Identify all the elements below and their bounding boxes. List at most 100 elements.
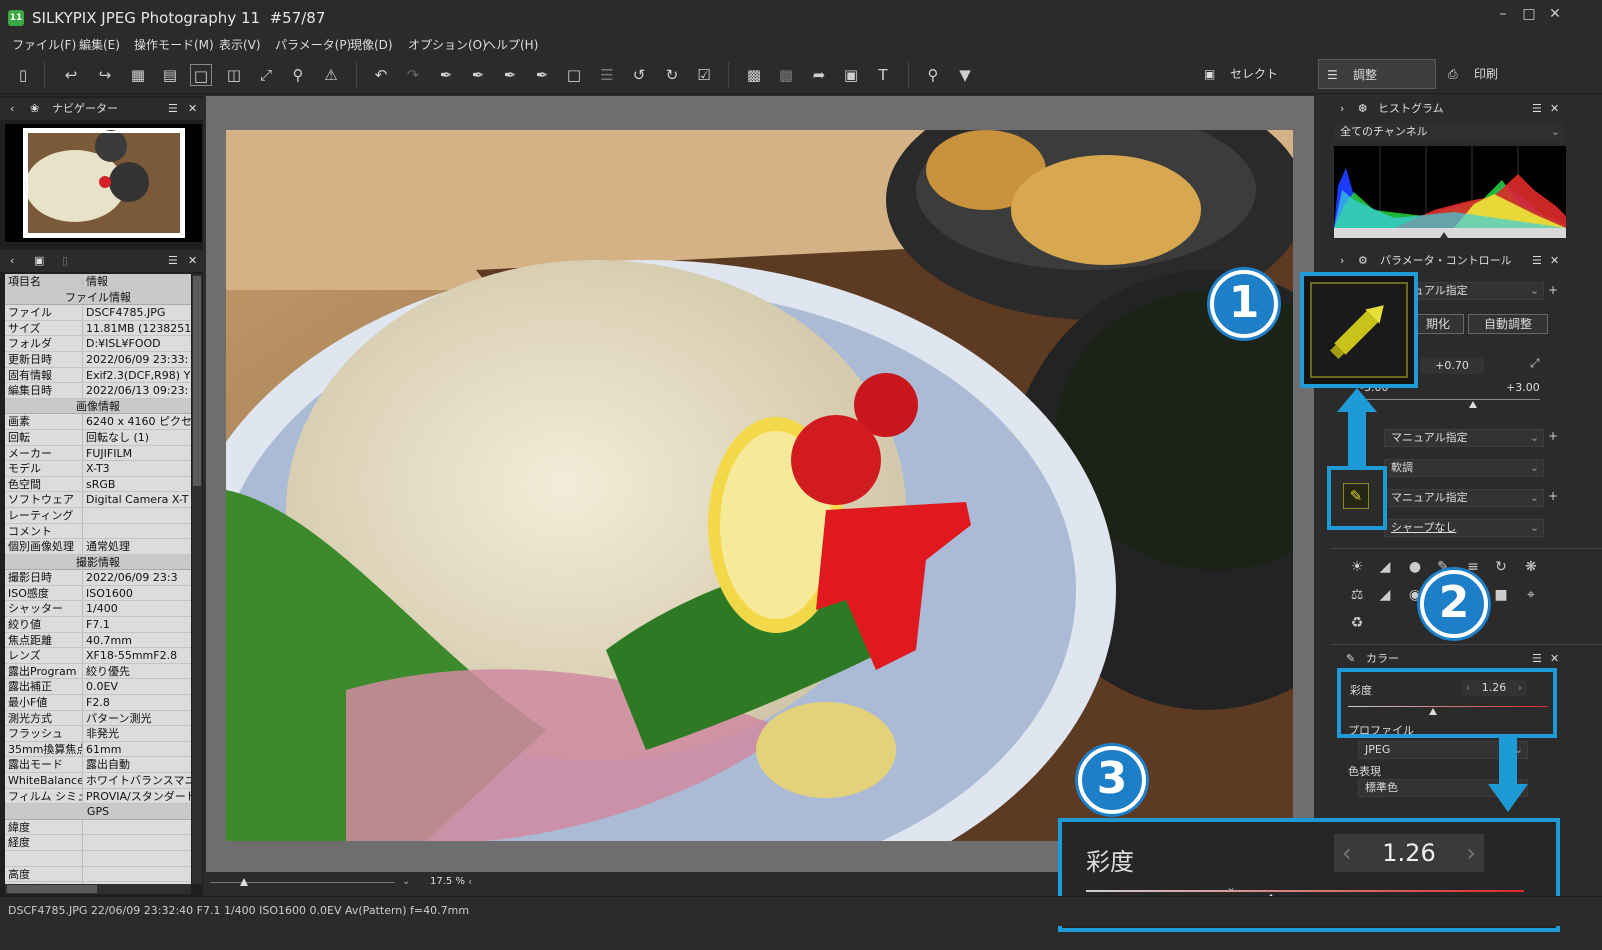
menu-file[interactable]: ファイル(F) (12, 36, 76, 53)
white-balance-select[interactable]: マニュアル指定 ⌄ (1384, 429, 1544, 447)
info-tab-icon[interactable]: ▣ (34, 250, 44, 272)
menu-edit[interactable]: 編集(E) (79, 36, 120, 53)
develop-icon[interactable]: ▩ (743, 64, 765, 86)
search-person-icon[interactable]: ⚲ (922, 64, 944, 86)
adjust-mode-button[interactable]: ☰ 調整 (1318, 59, 1436, 89)
color-menu-icon[interactable]: ☰ (1532, 648, 1542, 670)
add-wb-icon[interactable]: + (1548, 429, 1558, 443)
zoom-dropdown-icon[interactable]: ⌄ (402, 876, 410, 887)
zoom-value[interactable]: 17.5 % (430, 876, 465, 887)
exposure-expand-icon[interactable]: ⤢ (1530, 356, 1540, 371)
menu-option[interactable]: オプション(O) (408, 36, 487, 53)
balance-icon[interactable]: ⚖ (1348, 586, 1366, 604)
info-close-icon[interactable]: ✕ (188, 250, 197, 272)
tone-curve-icon[interactable]: ◢ (1376, 558, 1394, 576)
shape-icon[interactable]: ■ (1492, 586, 1510, 604)
info-value: 通常処理 (86, 540, 130, 554)
rotate-left-icon[interactable]: ↺ (628, 64, 650, 86)
info-row: 露出補正 0.0EV (5, 679, 191, 696)
zoom-prev-icon[interactable]: ‹ (468, 875, 472, 888)
check-icon[interactable]: ☑ (693, 64, 715, 86)
select-mode-button[interactable]: ▣ セレクト (1196, 59, 1312, 89)
minimize-icon[interactable]: – (1492, 6, 1514, 26)
shadow-icon[interactable]: ● (1406, 558, 1424, 576)
zoom-icon[interactable]: ⚲ (287, 64, 309, 86)
histogram-close-icon[interactable]: ✕ (1550, 98, 1559, 120)
dropper2-icon[interactable]: ✒ (467, 64, 489, 86)
histogram-icon: ❆ (1358, 102, 1368, 115)
close-icon[interactable]: ✕ (1544, 6, 1566, 26)
add-preset-icon[interactable]: + (1548, 283, 1558, 297)
list-view-icon[interactable]: ▤ (159, 64, 181, 86)
display-icon[interactable]: ▣ (840, 64, 862, 86)
text-tool-icon[interactable]: T (872, 64, 894, 86)
info-key: メーカー (5, 445, 83, 461)
gradient-icon[interactable]: ◢ (1376, 586, 1394, 604)
tone-select[interactable]: 軟調 ⌄ (1384, 459, 1544, 477)
info-row: 焦点距離 40.7mm (5, 632, 191, 649)
print-mode-button[interactable]: ⎙ 印刷 (1440, 59, 1558, 89)
maximize-icon[interactable]: □ (1518, 6, 1540, 26)
exposure-slider-thumb[interactable] (1469, 401, 1477, 408)
menu-view[interactable]: 表示(V) (219, 36, 261, 53)
fullscreen-icon[interactable]: ⤢ (255, 64, 277, 86)
crop-icon[interactable]: ⌖ (1522, 586, 1540, 604)
collapse-left-icon[interactable]: ‹ (10, 98, 14, 120)
panel-close-icon[interactable]: ✕ (188, 98, 197, 120)
zoom-slider[interactable] (210, 882, 395, 883)
info-row (5, 850, 191, 867)
single-view-icon[interactable]: □ (190, 64, 212, 86)
channel-select[interactable]: 全てのチャンネル ⌄ (1334, 124, 1564, 142)
param-menu-icon[interactable]: ☰ (1532, 250, 1542, 272)
dropper-icon[interactable]: ✒ (435, 64, 457, 86)
panel-menu-icon[interactable]: ☰ (168, 98, 178, 120)
init-button[interactable]: 期化 (1412, 314, 1464, 334)
menu-parameter[interactable]: パラメータ(P) (275, 36, 351, 53)
transform-icon[interactable]: □ (563, 64, 585, 86)
filter-icon[interactable]: ▼ (954, 64, 976, 86)
folder-tab-icon[interactable]: ▯ (62, 250, 68, 272)
warning-icon[interactable]: ⚠ (320, 64, 342, 86)
menu-help[interactable]: ヘルプ(H) (484, 36, 538, 53)
grid-view-icon[interactable]: ▦ (127, 64, 149, 86)
layers-icon[interactable]: ☰ (596, 64, 618, 86)
redo-icon[interactable]: ↷ (402, 64, 424, 86)
undo-icon[interactable]: ↶ (370, 64, 392, 86)
collapse-info-icon[interactable]: ‹ (10, 250, 14, 272)
color-preset-select[interactable]: マニュアル指定 ⌄ (1384, 489, 1544, 507)
expand-histogram-icon[interactable]: › (1340, 98, 1344, 120)
reset-icon[interactable]: ♻ (1348, 614, 1366, 632)
info-key: フラッシュ (5, 726, 83, 741)
menu-mode[interactable]: 操作モード(M) (134, 36, 214, 53)
dropper3-icon[interactable]: ✒ (499, 64, 521, 86)
compare-view-icon[interactable]: ◫ (223, 64, 245, 86)
param-close-icon[interactable]: ✕ (1550, 250, 1559, 272)
info-hscrollbar[interactable] (5, 884, 191, 894)
prev-image-icon[interactable]: ↩ (60, 64, 82, 86)
dropper4-icon[interactable]: ✒ (531, 64, 553, 86)
add-color-preset-icon[interactable]: + (1548, 489, 1558, 503)
noise-icon[interactable]: ❋ (1522, 558, 1540, 576)
batch-icon[interactable]: ▩ (775, 64, 797, 86)
open-icon[interactable]: ▯ (12, 64, 34, 86)
exposure-value[interactable]: +0.70 (1420, 358, 1484, 374)
sharpness-select[interactable]: シャープなし ⌄ (1384, 519, 1544, 537)
info-menu-icon[interactable]: ☰ (168, 250, 178, 272)
expand-param-icon[interactable]: › (1340, 250, 1344, 272)
navigator-thumbnail[interactable] (5, 124, 202, 242)
color-pen-small-icon[interactable]: ✎ (1343, 483, 1369, 509)
menu-develop[interactable]: 現像(D) (350, 36, 393, 53)
auto-adjust-button[interactable]: 自動調整 (1468, 314, 1548, 334)
rotate-icon[interactable]: ↻ (1492, 558, 1510, 576)
adjust-mode-icon: ☰ (1327, 68, 1338, 82)
info-scrollbar[interactable] (192, 274, 202, 884)
export-icon[interactable]: ➦ (808, 64, 830, 86)
exposure-slider[interactable] (1360, 399, 1540, 400)
brightness-icon[interactable]: ☀ (1348, 558, 1366, 576)
next-image-icon[interactable]: ↪ (94, 64, 116, 86)
main-photo[interactable] (226, 130, 1293, 841)
histogram-menu-icon[interactable]: ☰ (1532, 98, 1542, 120)
rotate-right-icon[interactable]: ↻ (661, 64, 683, 86)
color-close-icon[interactable]: ✕ (1550, 648, 1559, 670)
info-key: 露出モード (5, 757, 83, 772)
